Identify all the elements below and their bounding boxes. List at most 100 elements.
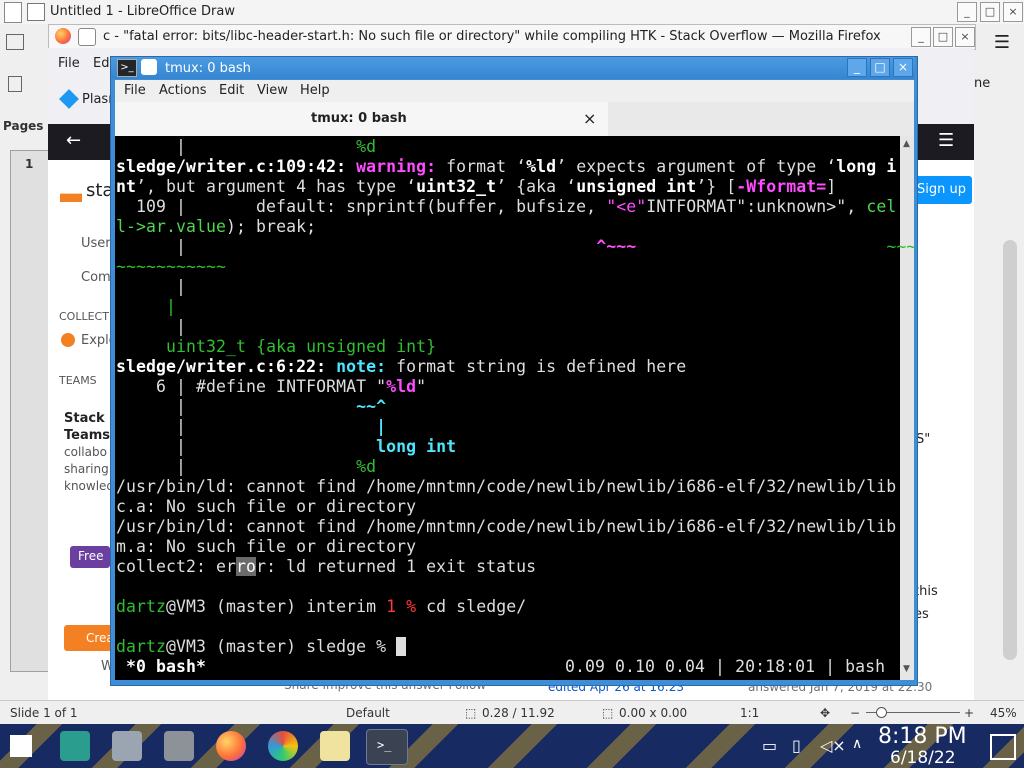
terminal-line: |: [116, 277, 187, 296]
zoom-in-icon[interactable]: +: [964, 706, 974, 720]
menu-file[interactable]: File: [124, 83, 146, 98]
konsole-minimize-button[interactable]: _: [847, 58, 867, 77]
signup-label: Sign up: [917, 182, 966, 197]
right-panel-text: ne: [974, 76, 991, 91]
tmux-status-right: 0.09 0.10 0.04 | 20:18:01 | bash: [565, 657, 896, 676]
terminal-line: sledge/writer.c:109:42: warning: format …: [116, 157, 897, 176]
tmux-status-left: *0 bash*: [116, 657, 207, 676]
lo-minimize-button[interactable]: _: [957, 2, 977, 22]
terminal-scrollbar[interactable]: ▲ ▼: [900, 136, 914, 680]
hamburger-menu-icon[interactable]: ☰: [990, 32, 1014, 53]
terminal-line: ~~~~~~~~~~~: [116, 257, 227, 276]
right-text-s: S": [916, 432, 931, 447]
teams-desc-3: knowled: [64, 479, 115, 493]
status-slide: Slide 1 of 1: [10, 706, 78, 720]
terminal-line: c.a: No such file or directory: [116, 497, 417, 516]
scroll-up-icon[interactable]: ▲: [903, 139, 910, 149]
teams-header: TEAMS: [59, 374, 97, 387]
libreoffice-statusbar: Slide 1 of 1 Default ⬚ 0.28 / 11.92 ⬚ 0.…: [0, 700, 1024, 725]
terminal-line: m.a: No such file or directory: [116, 537, 417, 556]
konsole-maximize-button[interactable]: □: [870, 58, 890, 77]
terminal-line: | ~~^: [116, 397, 387, 416]
konsole-close-button[interactable]: ×: [893, 58, 913, 77]
free-label: Free: [78, 549, 104, 563]
lo-vertical-scrollbar[interactable]: [1003, 240, 1017, 660]
lo-maximize-button[interactable]: □: [980, 2, 1000, 22]
ff-minimize-button[interactable]: _: [911, 27, 931, 47]
terminal-line: uint32_t {aka unsigned int}: [166, 337, 437, 356]
create-team-button[interactable]: Crea: [64, 625, 114, 651]
sidebar-toggle-icon[interactable]: [6, 34, 24, 50]
status-zoom: 45%: [990, 706, 1017, 720]
terminal-line: dartz@VM3 (master) interim 1 % cd sledge…: [116, 597, 527, 616]
terminal-line: /usr/bin/ld: cannot find /home/mntmn/cod…: [116, 477, 897, 496]
terminal-line: l->ar.value); break;: [116, 217, 317, 236]
terminal-line: collect2: error: ld returned 1 exit stat…: [116, 557, 537, 576]
fit-page-icon[interactable]: ✥: [820, 706, 830, 720]
menu-help[interactable]: Help: [300, 83, 330, 98]
libreoffice-titlebar: Untitled 1 - LibreOffice Draw _ □ ×: [0, 0, 1024, 25]
zoom-slider-handle[interactable]: [876, 707, 887, 718]
terminal-line: | %d: [116, 457, 377, 476]
ff-menu-file[interactable]: File: [58, 56, 80, 71]
ff-maximize-button[interactable]: □: [933, 27, 953, 47]
tab-label: tmux: 0 bash: [311, 111, 407, 126]
settings-icon[interactable]: [60, 731, 90, 761]
window-menu-icon[interactable]: [141, 59, 157, 75]
ff-close-button[interactable]: ×: [955, 27, 975, 47]
firefox-taskbar-icon[interactable]: [216, 731, 246, 761]
zoom-out-icon[interactable]: −: [850, 706, 860, 720]
menu-view[interactable]: View: [257, 83, 288, 98]
terminal-line: /usr/bin/ld: cannot find /home/mntmn/cod…: [116, 517, 897, 536]
terminal-line: nt’, but argument 4 has type ‘uint32_t’ …: [116, 177, 837, 196]
lo-close-button[interactable]: ×: [1003, 2, 1023, 22]
position-icon: ⬚: [465, 706, 477, 720]
tab-close-icon[interactable]: ×: [583, 109, 596, 128]
menu-actions[interactable]: Actions: [159, 83, 207, 98]
slide-thumbnail[interactable]: [10, 150, 52, 672]
konsole-titlebar: >_ tmux: 0 bash _ □ ×: [111, 57, 915, 79]
show-desktop-icon[interactable]: [990, 734, 1016, 760]
taskbar-overlay: [0, 724, 1024, 768]
terminal-line: |: [166, 297, 177, 316]
file-manager-icon[interactable]: [112, 731, 142, 761]
status-size: 0.00 x 0.00: [619, 706, 688, 720]
ff-menu-edit[interactable]: Ed: [93, 56, 109, 71]
slide-number: 1: [25, 157, 34, 171]
draw-app-icon: [4, 2, 22, 23]
archive-icon[interactable]: [164, 731, 194, 761]
clock-time[interactable]: 8:18 PM: [878, 724, 967, 749]
stackoverflow-logo-icon: [60, 193, 82, 202]
terminal-line: | %d: [116, 137, 377, 156]
status-position: 0.28 / 11.92: [482, 706, 555, 720]
window-menu-icon[interactable]: [78, 28, 96, 46]
tab-tmux[interactable]: tmux: 0 bash ×: [115, 102, 608, 136]
firefox-title: c - "fatal error: bits/libc-header-start…: [103, 29, 881, 44]
terminal-line: sledge/writer.c:6:22: note: format strin…: [116, 357, 687, 376]
firefox-titlebar: c - "fatal error: bits/libc-header-start…: [48, 24, 976, 50]
back-arrow-icon[interactable]: ←: [66, 130, 81, 151]
explore-icon: [61, 333, 75, 347]
libreoffice-title: Untitled 1 - LibreOffice Draw: [50, 4, 235, 19]
konsole-title: tmux: 0 bash: [165, 61, 251, 76]
clipboard-icon[interactable]: ▯: [792, 736, 801, 755]
teams-desc-2: sharing: [64, 462, 109, 476]
window-menu-icon[interactable]: [27, 3, 45, 21]
menu-edit[interactable]: Edit: [219, 83, 244, 98]
draw-taskbar-icon[interactable]: [320, 731, 350, 761]
status-layout: Default: [346, 706, 390, 720]
ff-menu-icon[interactable]: ☰: [938, 130, 954, 151]
free-badge: Free: [70, 546, 110, 568]
clock-date[interactable]: 6/18/22: [890, 748, 956, 768]
start-menu-icon[interactable]: [10, 735, 32, 757]
paste-icon[interactable]: [8, 76, 22, 92]
scroll-down-icon[interactable]: ▼: [903, 664, 910, 674]
volume-muted-icon[interactable]: ◁×: [820, 736, 846, 755]
paint-app-icon[interactable]: [268, 731, 298, 761]
terminal-line: 6 | #define INTFORMAT "%ld": [116, 377, 427, 396]
terminal-line: |: [116, 317, 187, 336]
notifications-icon[interactable]: ▭: [762, 736, 777, 755]
terminal-line: | long int: [116, 437, 457, 456]
terminal-taskbar-icon[interactable]: >_: [366, 729, 408, 765]
tray-expand-icon[interactable]: ∧: [852, 736, 862, 752]
